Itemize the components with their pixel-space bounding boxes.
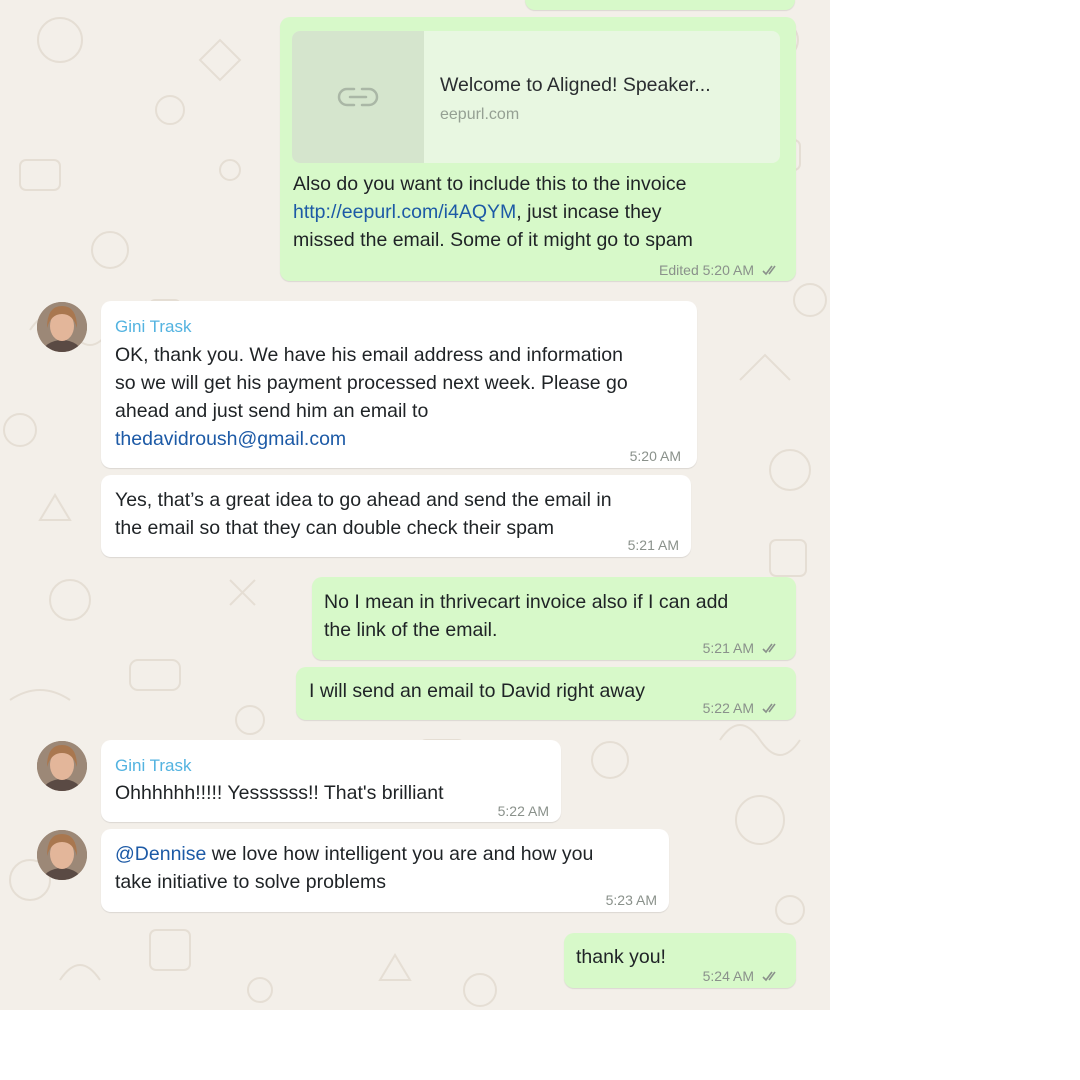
outgoing-message[interactable]: thank you! 5:24 AM xyxy=(564,933,796,988)
message-meta: 5:20 AM xyxy=(630,442,681,470)
message-text-line: missed the email. Some of it might go to… xyxy=(293,229,693,251)
message-time: 5:20 AM xyxy=(629,448,681,464)
previous-message-bubble xyxy=(525,0,795,10)
mention-link[interactable]: @Dennise xyxy=(115,843,206,865)
message-text-line: Also do you want to include this to the … xyxy=(293,173,687,195)
message-meta: Edited 5:20 AM xyxy=(659,256,780,284)
incoming-message[interactable]: Gini Trask OK, thank you. We have his em… xyxy=(101,301,697,468)
incoming-message[interactable]: Gini Trask Ohhhhhh!!!!! Yessssss!! That'… xyxy=(101,740,561,822)
sender-name[interactable]: Gini Trask xyxy=(115,752,192,780)
message-time: 5:22 AM xyxy=(702,700,754,716)
chat-panel[interactable]: Welcome to Aligned! Speaker... eepurl.co… xyxy=(0,0,830,1010)
message-text-line: take initiative to solve problems xyxy=(115,871,386,893)
link-preview-domain: eepurl.com xyxy=(440,106,520,123)
outgoing-message[interactable]: I will send an email to David right away… xyxy=(296,667,796,720)
double-check-icon xyxy=(762,265,776,276)
avatar[interactable] xyxy=(37,302,87,352)
message-text-line: No I mean in thrivecart invoice also if … xyxy=(324,591,729,613)
message-text-fragment: we love how intelligent you are and how … xyxy=(206,843,594,865)
message-link[interactable]: http://eepurl.com/i4AQYM xyxy=(293,201,516,223)
message-meta: 5:22 AM xyxy=(703,694,780,722)
avatar[interactable] xyxy=(37,830,87,880)
message-text-line: the email so that they can double check … xyxy=(115,517,554,539)
message-time: 5:23 AM xyxy=(605,892,657,908)
message-text-line: thank you! xyxy=(576,946,666,968)
double-check-icon xyxy=(762,971,776,982)
outgoing-message[interactable]: Welcome to Aligned! Speaker... eepurl.co… xyxy=(280,17,796,281)
link-preview-title: Welcome to Aligned! Speaker... xyxy=(440,74,711,96)
double-check-icon xyxy=(762,643,776,654)
message-text-line: http://eepurl.com/i4AQYM, just incase th… xyxy=(293,198,662,226)
incoming-message[interactable]: Yes, that’s a great idea to go ahead and… xyxy=(101,475,691,557)
link-icon xyxy=(337,87,379,107)
message-time: 5:21 AM xyxy=(702,640,754,656)
message-text-line: OK, thank you. We have his email address… xyxy=(115,344,623,366)
message-time: Edited 5:20 AM xyxy=(659,262,754,278)
message-time: 5:22 AM xyxy=(497,803,549,819)
message-text-line: ahead and just send him an email to xyxy=(115,400,429,422)
message-time: 5:21 AM xyxy=(627,537,679,553)
message-text-line: Yes, that’s a great idea to go ahead and… xyxy=(115,489,612,511)
message-text-line: the link of the email. xyxy=(324,619,498,641)
double-check-icon xyxy=(762,703,776,714)
outgoing-message[interactable]: No I mean in thrivecart invoice also if … xyxy=(312,577,796,660)
message-meta: 5:24 AM xyxy=(703,962,780,990)
message-text-line: I will send an email to David right away xyxy=(309,680,645,702)
message-text-fragment: , just incase they xyxy=(516,201,662,223)
incoming-message[interactable]: @Dennise we love how intelligent you are… xyxy=(101,829,669,912)
message-text-line: @Dennise we love how intelligent you are… xyxy=(115,840,593,868)
message-meta: 5:23 AM xyxy=(606,886,657,914)
sender-name[interactable]: Gini Trask xyxy=(115,313,192,341)
link-preview-thumbnail xyxy=(292,31,424,163)
message-meta: 5:21 AM xyxy=(628,531,679,559)
message-email-link[interactable]: thedavidroush@gmail.com xyxy=(115,425,346,453)
message-time: 5:24 AM xyxy=(702,968,754,984)
message-text-line: so we will get his payment processed nex… xyxy=(115,372,628,394)
message-meta: 5:21 AM xyxy=(703,634,780,662)
message-text-line: Ohhhhhh!!!!! Yessssss!! That's brilliant xyxy=(115,782,444,804)
message-meta: 5:22 AM xyxy=(498,797,549,825)
link-preview-card[interactable]: Welcome to Aligned! Speaker... eepurl.co… xyxy=(292,31,780,163)
avatar[interactable] xyxy=(37,741,87,791)
